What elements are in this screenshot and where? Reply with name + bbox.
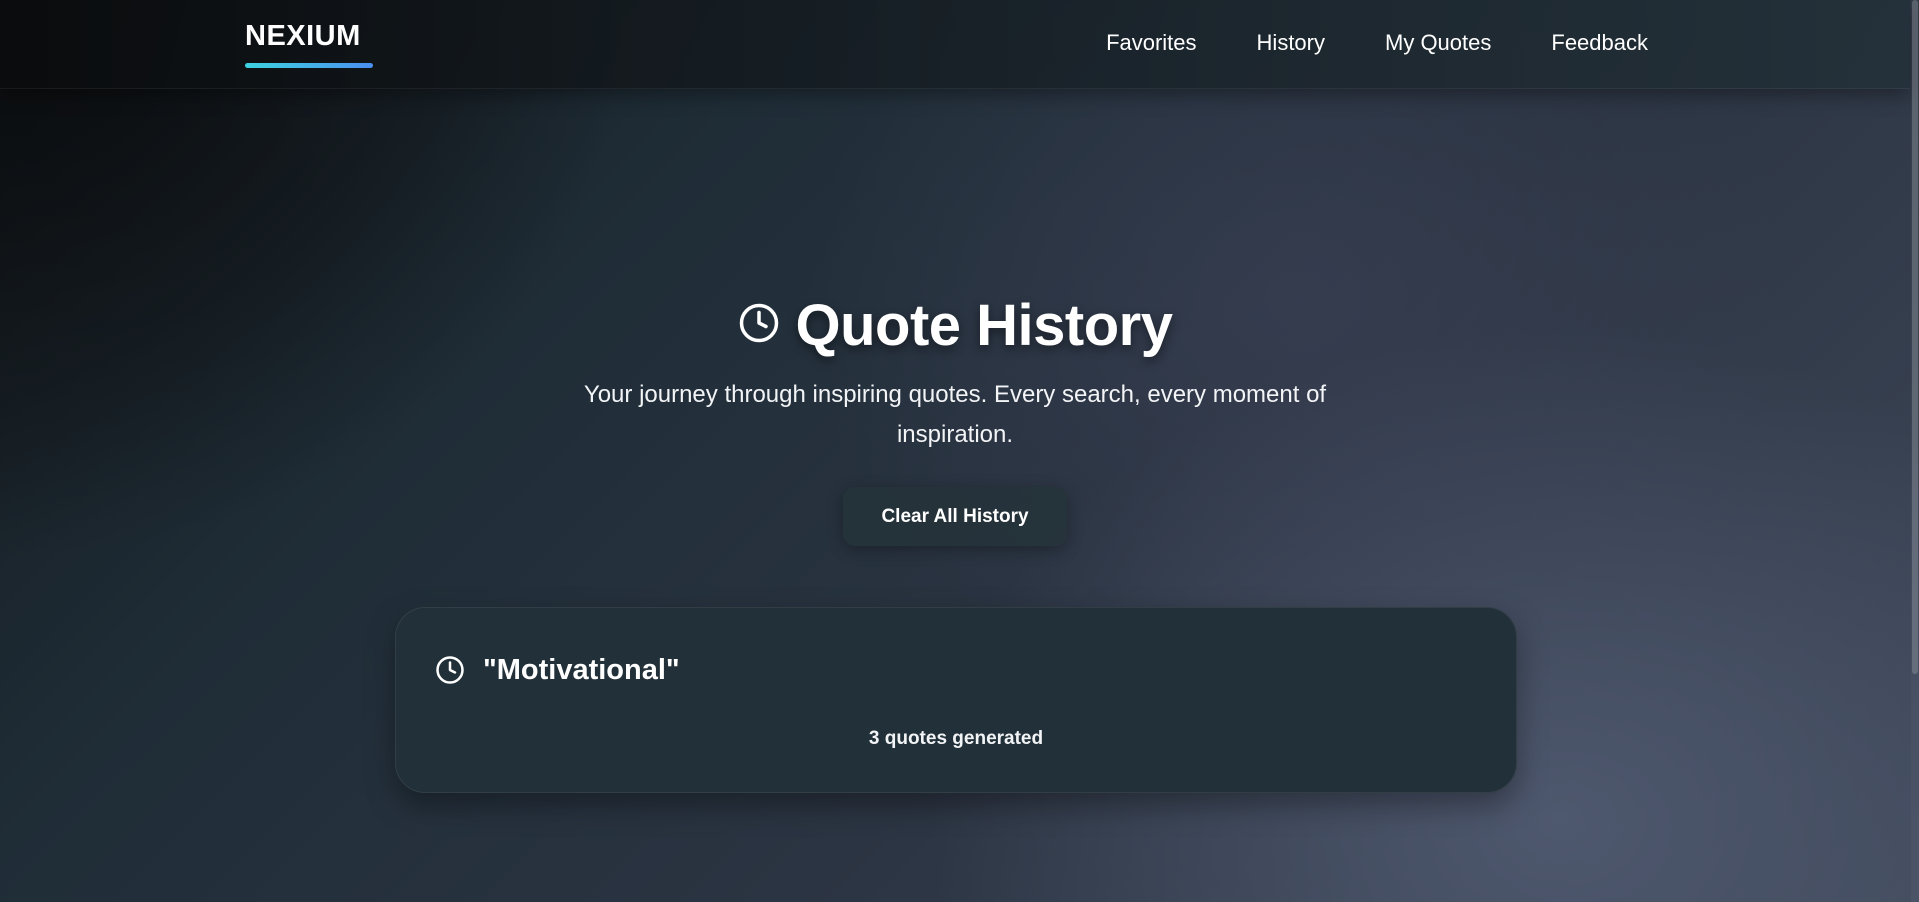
top-navbar: NEXIUM Favorites History My Quotes Feedb… — [0, 0, 1910, 89]
page-title: Quote History — [795, 293, 1174, 358]
clock-icon — [436, 656, 464, 684]
hero-title-row: Quote History — [0, 292, 1910, 359]
history-card-title: "Motivational" — [483, 654, 680, 686]
page-subtitle: Your journey through inspiring quotes. E… — [583, 381, 1327, 448]
clear-all-history-button[interactable]: Clear All History — [843, 487, 1067, 546]
logo[interactable]: NEXIUM — [245, 20, 361, 53]
history-card-count: 3 quotes generated — [868, 728, 1044, 749]
history-card[interactable]: "Motivational" 3 quotes generated — [395, 607, 1517, 793]
scrollbar-thumb[interactable] — [1912, 0, 1918, 674]
nav-link-favorites[interactable]: Favorites — [1106, 30, 1196, 56]
page-scrollbar[interactable] — [1911, 0, 1919, 902]
clock-icon — [739, 303, 778, 342]
nav-link-my-quotes[interactable]: My Quotes — [1385, 30, 1491, 56]
nav-link-history[interactable]: History — [1257, 30, 1325, 56]
nav-links: Favorites History My Quotes Feedback — [1106, 30, 1648, 56]
nav-link-feedback[interactable]: Feedback — [1551, 30, 1648, 56]
logo-underline — [245, 63, 373, 68]
